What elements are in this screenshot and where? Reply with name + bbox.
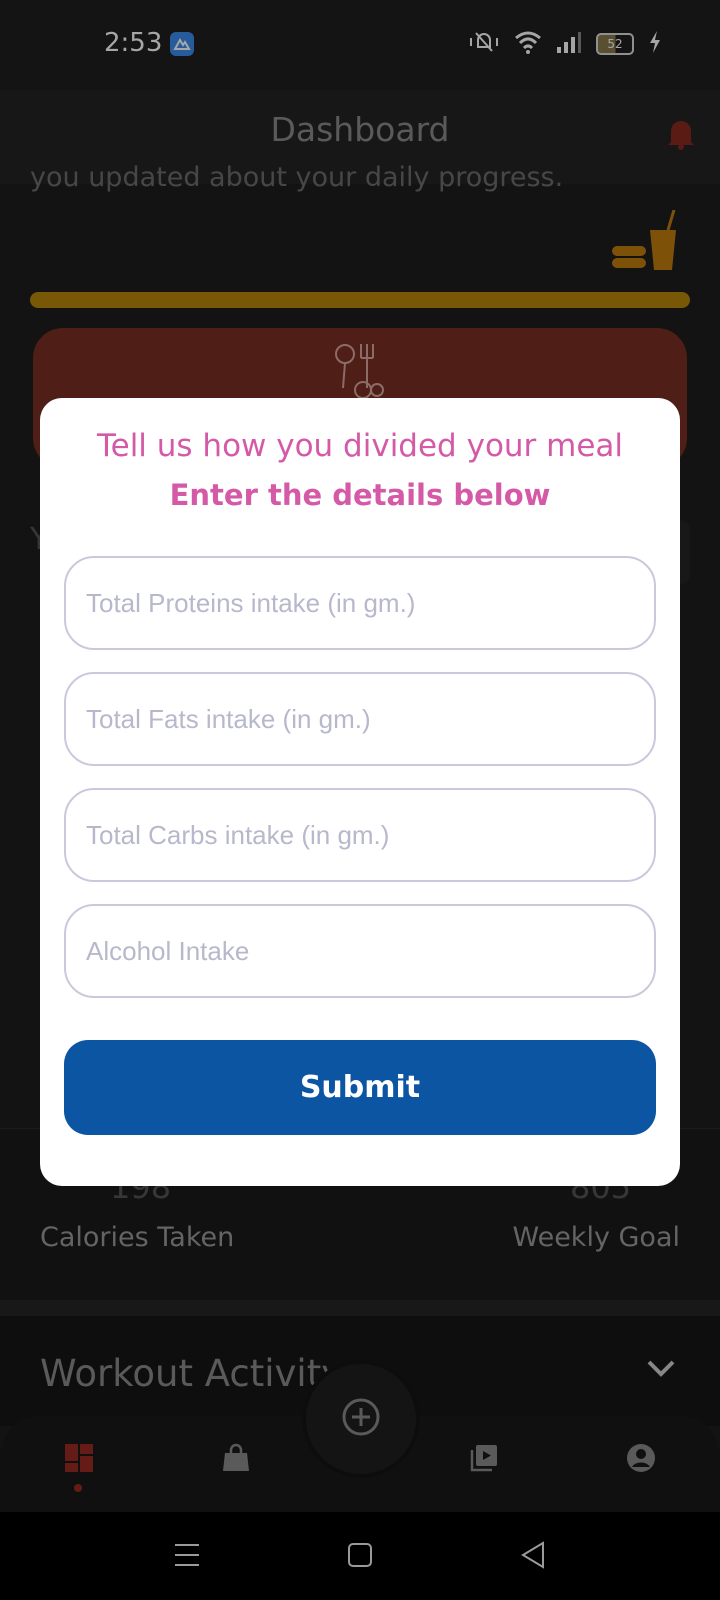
proteins-input[interactable] [66, 558, 654, 648]
alcohol-field[interactable] [64, 904, 656, 998]
submit-button[interactable]: Submit [64, 1040, 656, 1135]
carbs-field[interactable] [64, 788, 656, 882]
alcohol-input[interactable] [66, 906, 654, 996]
dialog-title: Tell us how you divided your meal [96, 428, 624, 464]
fats-field[interactable] [64, 672, 656, 766]
proteins-field[interactable] [64, 556, 656, 650]
system-navigation-bar [0, 1512, 720, 1600]
back-icon[interactable] [520, 1541, 546, 1574]
carbs-input[interactable] [66, 790, 654, 880]
fats-input[interactable] [66, 674, 654, 764]
menu-icon[interactable] [174, 1542, 200, 1573]
dialog-subtitle: Enter the details below [169, 478, 551, 512]
home-icon[interactable] [347, 1542, 373, 1573]
